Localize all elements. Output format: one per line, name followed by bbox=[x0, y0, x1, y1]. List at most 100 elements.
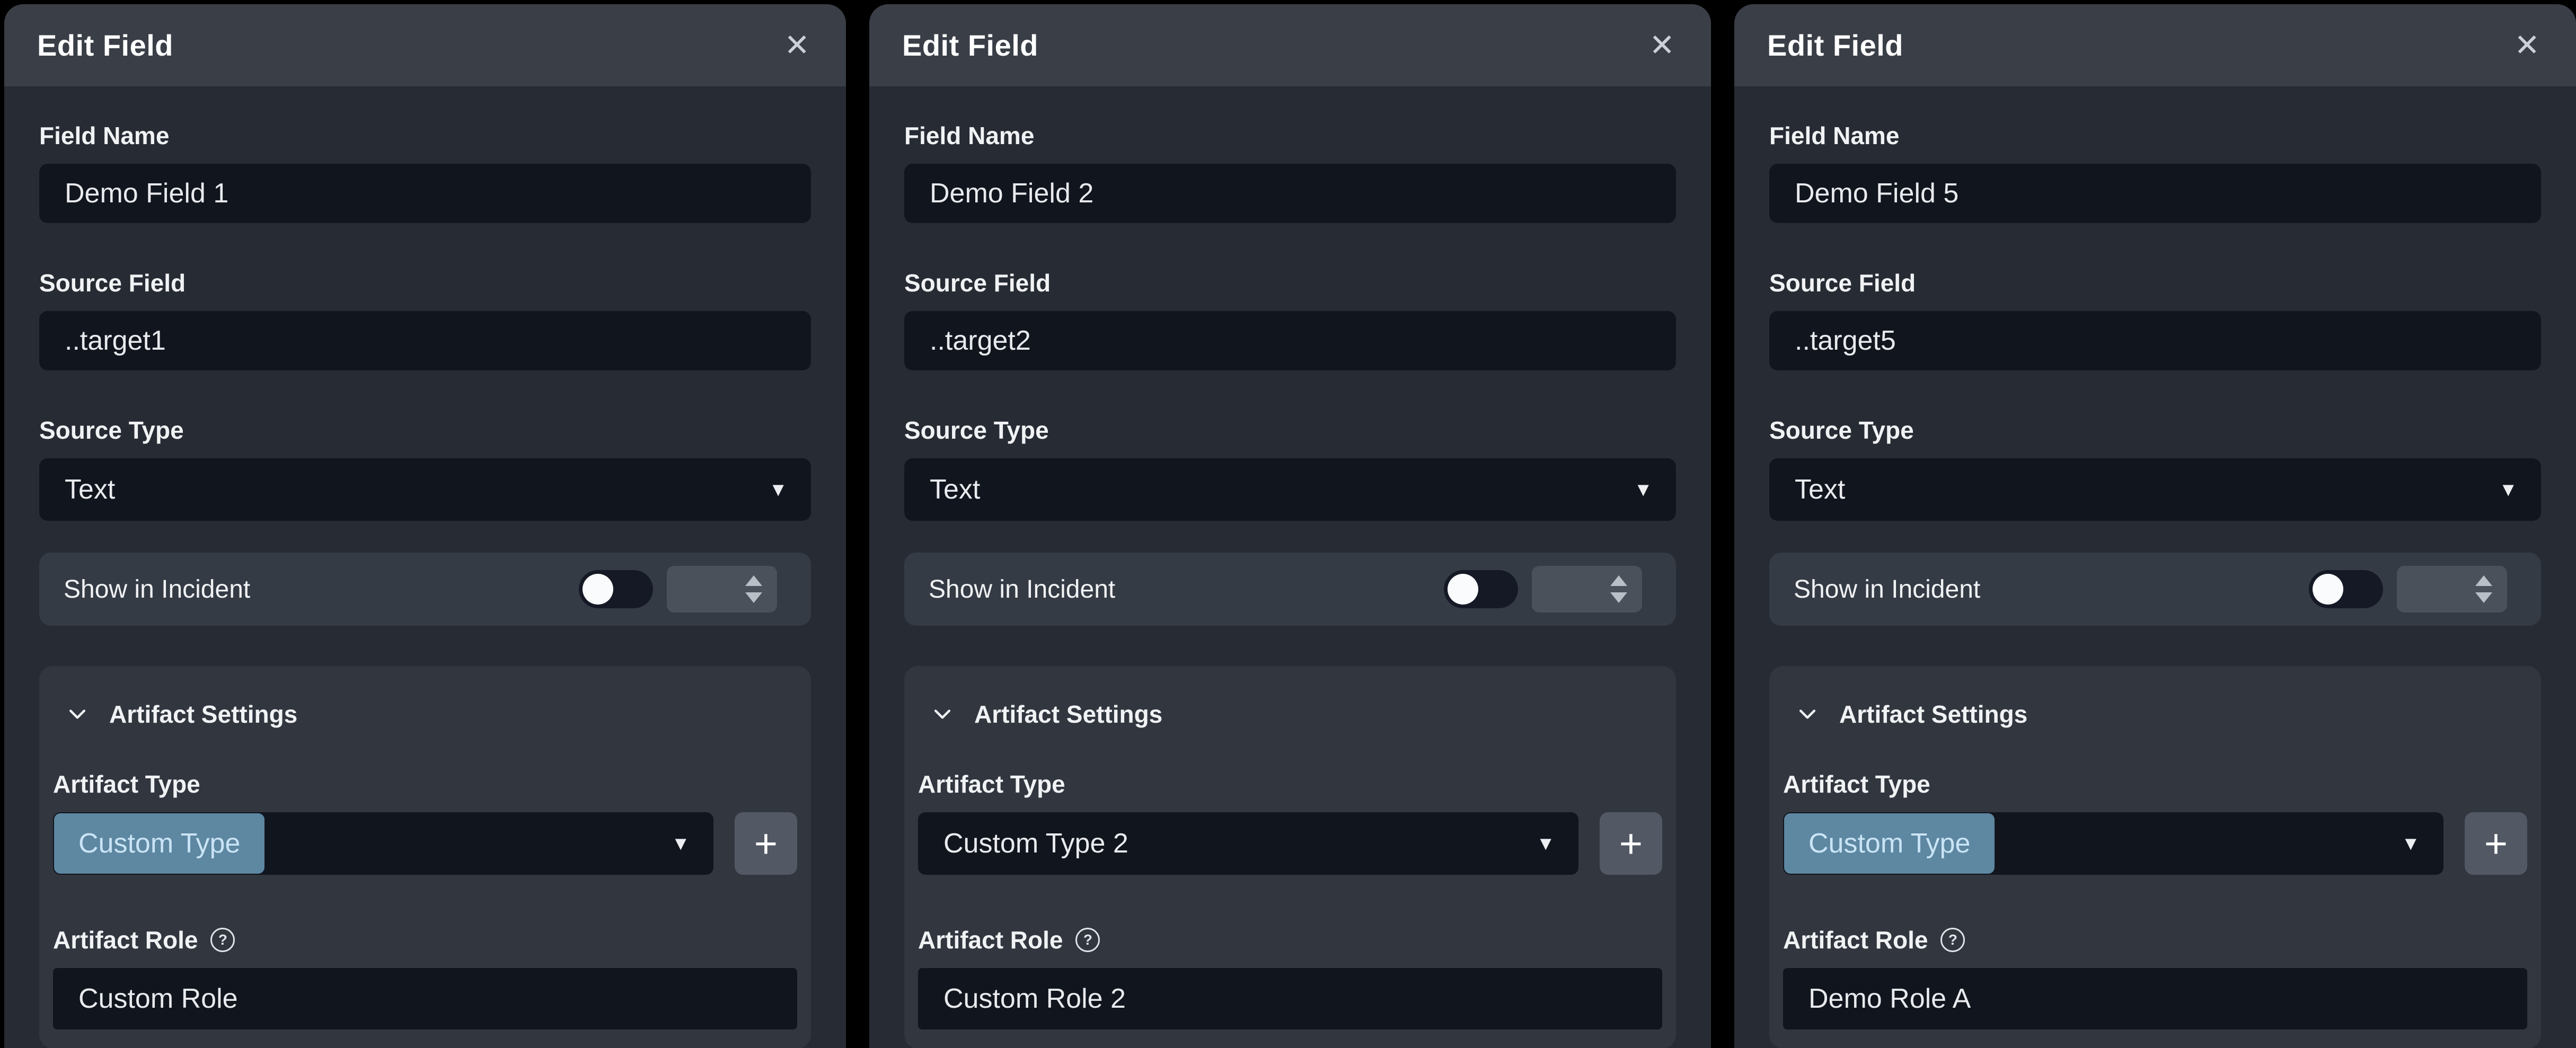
dialog-body: Field Name Demo Field 5 Source Field ..t… bbox=[1734, 86, 2576, 1048]
field-name-input[interactable]: Demo Field 1 bbox=[39, 164, 811, 223]
source-field-value: ..target1 bbox=[65, 325, 166, 357]
artifact-role-label-row: Artifact Role ? bbox=[918, 926, 1662, 954]
artifact-role-value: Demo Role A bbox=[1809, 983, 1971, 1015]
artifact-settings-section: Artifact Settings Artifact Type Custom T… bbox=[1769, 666, 2541, 1048]
chevron-down-icon bbox=[66, 703, 89, 726]
artifact-settings-toggle[interactable]: Artifact Settings bbox=[918, 700, 1662, 729]
incident-order-stepper[interactable] bbox=[1532, 566, 1642, 612]
dialog-body: Field Name Demo Field 2 Source Field ..t… bbox=[869, 86, 1711, 1048]
edit-field-dialog-3: Edit Field ✕ Field Name Demo Field 5 Sou… bbox=[1734, 4, 2576, 1048]
chevron-down-icon: ▼ bbox=[2401, 832, 2420, 855]
artifact-type-label: Artifact Type bbox=[53, 770, 797, 798]
artifact-type-row: Custom Type ▼ + bbox=[53, 812, 797, 875]
source-type-select[interactable]: Text ▼ bbox=[39, 458, 811, 521]
chevron-down-icon: ▼ bbox=[1536, 832, 1555, 855]
close-icon[interactable]: ✕ bbox=[2514, 30, 2540, 61]
source-type-select[interactable]: Text ▼ bbox=[1769, 458, 2541, 521]
source-type-label: Source Type bbox=[904, 416, 1676, 445]
show-in-incident-row: Show in Incident bbox=[39, 553, 811, 626]
show-in-incident-row: Show in Incident bbox=[904, 553, 1676, 626]
plus-icon: + bbox=[754, 821, 778, 867]
field-name-label: Field Name bbox=[1769, 121, 2541, 150]
plus-icon: + bbox=[2484, 821, 2508, 867]
stepper-down-icon[interactable] bbox=[2475, 592, 2492, 603]
edit-field-dialog-1: Edit Field ✕ Field Name Demo Field 1 Sou… bbox=[4, 4, 846, 1048]
chevron-down-icon bbox=[1796, 703, 1819, 726]
field-name-label: Field Name bbox=[39, 121, 811, 150]
chevron-down-icon bbox=[931, 703, 954, 726]
artifact-type-row: Custom Type ▼ + bbox=[1783, 812, 2527, 875]
source-field-input[interactable]: ..target5 bbox=[1769, 311, 2541, 370]
help-icon[interactable]: ? bbox=[1075, 928, 1100, 952]
artifact-type-label: Artifact Type bbox=[1783, 770, 2527, 798]
show-in-incident-toggle[interactable] bbox=[2309, 570, 2383, 608]
field-name-input[interactable]: Demo Field 2 bbox=[904, 164, 1676, 223]
artifact-role-label: Artifact Role bbox=[1783, 926, 1928, 954]
help-icon[interactable]: ? bbox=[1940, 928, 1965, 952]
stepper-down-icon[interactable] bbox=[745, 592, 762, 603]
artifact-type-value: Custom Type bbox=[54, 813, 264, 874]
field-name-input[interactable]: Demo Field 5 bbox=[1769, 164, 2541, 223]
dialog-title: Edit Field bbox=[1767, 28, 1903, 63]
source-type-select[interactable]: Text ▼ bbox=[904, 458, 1676, 521]
field-name-value: Demo Field 5 bbox=[1795, 177, 1959, 209]
close-icon[interactable]: ✕ bbox=[1649, 30, 1675, 61]
show-in-incident-label: Show in Incident bbox=[1794, 575, 1980, 604]
show-in-incident-label: Show in Incident bbox=[64, 575, 250, 604]
add-artifact-type-button[interactable]: + bbox=[1600, 812, 1662, 875]
artifact-settings-toggle[interactable]: Artifact Settings bbox=[53, 700, 797, 729]
dialogs-stage: Edit Field ✕ Field Name Demo Field 1 Sou… bbox=[0, 0, 2576, 1048]
stepper-up-icon[interactable] bbox=[1610, 575, 1627, 586]
source-type-label: Source Type bbox=[1769, 416, 2541, 445]
stepper-arrows bbox=[2475, 575, 2492, 603]
close-icon[interactable]: ✕ bbox=[784, 30, 810, 61]
toggle-knob-icon bbox=[583, 574, 613, 605]
source-type-value: Text bbox=[1795, 474, 1845, 505]
dialog-header: Edit Field ✕ bbox=[869, 4, 1711, 86]
show-in-incident-toggle[interactable] bbox=[579, 570, 653, 608]
incident-order-stepper[interactable] bbox=[667, 566, 777, 612]
show-in-incident-row: Show in Incident bbox=[1769, 553, 2541, 626]
field-name-value: Demo Field 2 bbox=[930, 177, 1093, 209]
artifact-settings-section: Artifact Settings Artifact Type Custom T… bbox=[904, 666, 1676, 1048]
help-icon[interactable]: ? bbox=[210, 928, 235, 952]
artifact-role-input[interactable]: Custom Role 2 bbox=[918, 968, 1662, 1029]
stepper-up-icon[interactable] bbox=[745, 575, 762, 586]
artifact-type-value: Custom Type 2 bbox=[918, 828, 1128, 859]
stepper-arrows bbox=[1610, 575, 1627, 603]
add-artifact-type-button[interactable]: + bbox=[2465, 812, 2527, 875]
artifact-type-select[interactable]: Custom Type ▼ bbox=[53, 812, 713, 875]
source-field-value: ..target2 bbox=[930, 325, 1031, 357]
stepper-down-icon[interactable] bbox=[1610, 592, 1627, 603]
add-artifact-type-button[interactable]: + bbox=[735, 812, 797, 875]
artifact-role-input[interactable]: Demo Role A bbox=[1783, 968, 2527, 1029]
incident-order-stepper[interactable] bbox=[2397, 566, 2507, 612]
source-field-label: Source Field bbox=[39, 269, 811, 297]
source-field-input[interactable]: ..target2 bbox=[904, 311, 1676, 370]
artifact-type-select[interactable]: Custom Type ▼ bbox=[1783, 812, 2443, 875]
artifact-role-input[interactable]: Custom Role bbox=[53, 968, 797, 1029]
artifact-type-select[interactable]: Custom Type 2 ▼ bbox=[918, 812, 1578, 875]
show-in-incident-toggle[interactable] bbox=[1444, 570, 1518, 608]
source-field-input[interactable]: ..target1 bbox=[39, 311, 811, 370]
artifact-settings-title: Artifact Settings bbox=[109, 700, 297, 729]
artifact-role-label: Artifact Role bbox=[53, 926, 198, 954]
show-in-incident-label: Show in Incident bbox=[929, 575, 1115, 604]
toggle-knob-icon bbox=[1448, 574, 1478, 605]
stepper-up-icon[interactable] bbox=[2475, 575, 2492, 586]
source-type-label: Source Type bbox=[39, 416, 811, 445]
plus-icon: + bbox=[1619, 821, 1643, 867]
source-type-value: Text bbox=[65, 474, 115, 505]
dialog-title: Edit Field bbox=[902, 28, 1038, 63]
artifact-settings-title: Artifact Settings bbox=[1839, 700, 2027, 729]
dialog-header: Edit Field ✕ bbox=[1734, 4, 2576, 86]
dialog-body: Field Name Demo Field 1 Source Field ..t… bbox=[4, 86, 846, 1048]
toggle-knob-icon bbox=[2313, 574, 2343, 605]
chevron-down-icon: ▼ bbox=[769, 478, 788, 501]
source-field-label: Source Field bbox=[1769, 269, 2541, 297]
artifact-settings-toggle[interactable]: Artifact Settings bbox=[1783, 700, 2527, 729]
source-field-label: Source Field bbox=[904, 269, 1676, 297]
artifact-type-value: Custom Type bbox=[1784, 813, 1995, 874]
chevron-down-icon: ▼ bbox=[2499, 478, 2518, 501]
artifact-role-label-row: Artifact Role ? bbox=[1783, 926, 2527, 954]
